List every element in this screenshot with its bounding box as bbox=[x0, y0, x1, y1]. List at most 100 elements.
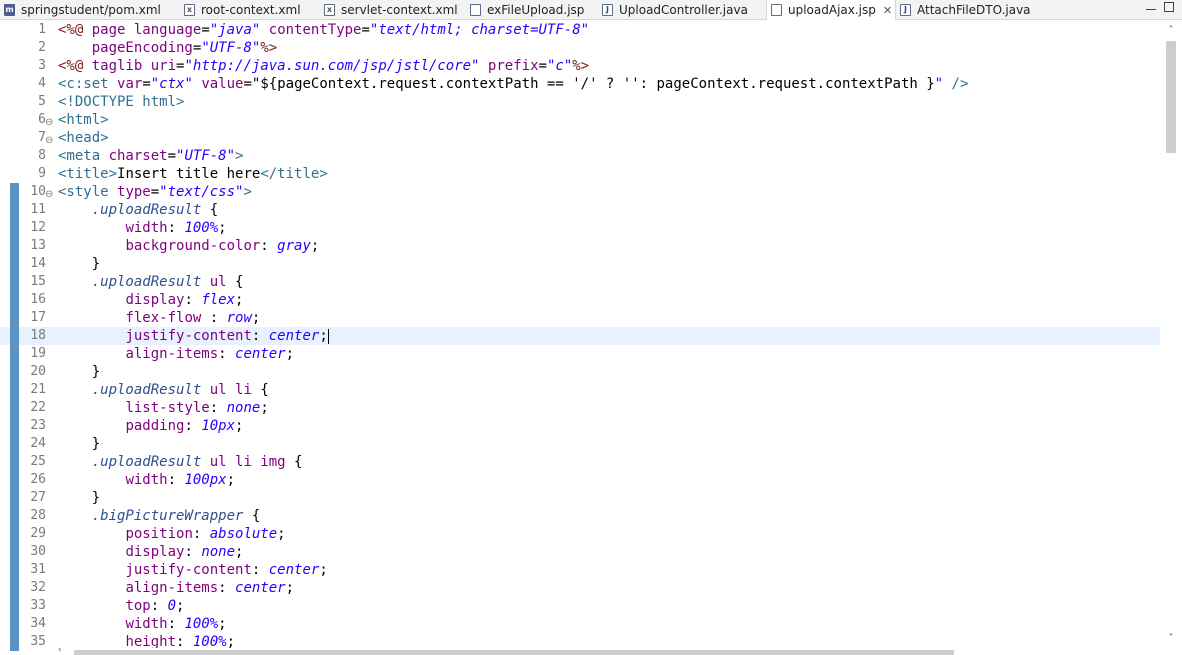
code-text: top: 0; bbox=[58, 597, 184, 615]
code-editor[interactable]: 1 <%@ page language="java" contentType="t… bbox=[0, 21, 1182, 655]
code-line[interactable]: 1 <%@ page language="java" contentType="t… bbox=[0, 21, 1160, 39]
horizontal-scroll-thumb[interactable] bbox=[74, 650, 954, 655]
code-token: .uploadResult bbox=[91, 202, 202, 218]
code-line[interactable]: 6 ⊖ <html> bbox=[0, 111, 1160, 129]
code-line[interactable]: 5 <!DOCTYPE html> bbox=[0, 93, 1160, 111]
change-marker bbox=[10, 615, 19, 633]
code-text: background-color: gray; bbox=[58, 237, 319, 255]
change-marker bbox=[10, 471, 19, 489]
change-marker bbox=[10, 237, 19, 255]
tab-servlet-context-xml[interactable]: x servlet-context.xml bbox=[320, 0, 466, 20]
code-line[interactable]: 33 top: 0; bbox=[0, 597, 1160, 615]
code-line[interactable]: 20 } bbox=[0, 363, 1160, 381]
line-number: 32 bbox=[30, 580, 46, 595]
code-text: <c:set var="ctx" value="${pageContext.re… bbox=[58, 75, 968, 93]
code-line[interactable]: 29 position: absolute; bbox=[0, 525, 1160, 543]
scroll-up-icon[interactable]: ˄ bbox=[1160, 23, 1182, 39]
code-token: = bbox=[142, 76, 151, 92]
code-line[interactable]: 11 .uploadResult { bbox=[0, 201, 1160, 219]
code-token: .bigPictureWrapper bbox=[91, 508, 244, 524]
code-text: justify-content: center; bbox=[58, 327, 329, 345]
tab-label: AttachFileDTO.java bbox=[917, 3, 1031, 17]
code-text: pageEncoding="UTF-8"%> bbox=[58, 39, 277, 57]
code-token: ; bbox=[251, 310, 261, 326]
code-token: : bbox=[251, 328, 269, 344]
code-line[interactable]: 10 ⊖ <style type="text/css"> bbox=[0, 183, 1160, 201]
scroll-left-icon[interactable]: ‹ bbox=[58, 645, 62, 655]
change-marker bbox=[10, 543, 19, 561]
horizontal-scrollbar[interactable]: ‹ bbox=[58, 645, 1158, 655]
close-icon[interactable]: ✕ bbox=[883, 4, 892, 17]
code-text: width: 100%; bbox=[58, 219, 226, 237]
code-line[interactable]: 14 } bbox=[0, 255, 1160, 273]
code-line[interactable]: 27 } bbox=[0, 489, 1160, 507]
code-line[interactable]: 4 <c:set var="ctx" value="${pageContext.r… bbox=[0, 75, 1160, 93]
code-line[interactable]: 32 align-items: center; bbox=[0, 579, 1160, 597]
code-line[interactable]: 16 display: flex; bbox=[0, 291, 1160, 309]
code-text: .uploadResult ul li { bbox=[58, 381, 269, 399]
code-line[interactable]: 9 <title>Insert title here</title> bbox=[0, 165, 1160, 183]
code-token: > bbox=[235, 148, 244, 164]
tab-uploadajax-jsp[interactable]: j uploadAjax.jsp ✕ bbox=[766, 0, 896, 20]
code-line[interactable]: 30 display: none; bbox=[0, 543, 1160, 561]
line-number: 6 bbox=[38, 112, 46, 127]
code-text: } bbox=[58, 255, 100, 273]
code-token: ; bbox=[277, 526, 286, 542]
code-line[interactable]: 26 width: 100px; bbox=[0, 471, 1160, 489]
code-line[interactable]: 21 .uploadResult ul li { bbox=[0, 381, 1160, 399]
line-number: 27 bbox=[30, 490, 46, 505]
tab-exfileupload-jsp[interactable]: j exFileUpload.jsp bbox=[466, 0, 598, 20]
code-line[interactable]: 24 } bbox=[0, 435, 1160, 453]
code-token: flex-flow bbox=[125, 310, 202, 326]
code-token: ; bbox=[285, 580, 295, 596]
code-token: <!DOCTYPE html> bbox=[58, 94, 185, 110]
java-file-icon: J bbox=[602, 4, 613, 16]
tab-pom-xml[interactable]: m springstudent/pom.xml bbox=[0, 0, 180, 20]
line-number: 22 bbox=[30, 400, 46, 415]
code-token: : bbox=[260, 238, 278, 254]
tab-label: uploadAjax.jsp bbox=[788, 3, 876, 17]
tab-uploadcontroller-java[interactable]: J UploadController.java bbox=[598, 0, 766, 20]
code-token: { bbox=[201, 202, 219, 218]
code-line[interactable]: 17 flex-flow : row; bbox=[0, 309, 1160, 327]
code-token: page bbox=[91, 22, 134, 38]
code-text: <%@ taglib uri = "http://java.sun.com/jsp/… bbox=[58, 57, 589, 75]
code-token: " bbox=[934, 76, 944, 92]
code-line[interactable]: 13 background-color: gray; bbox=[0, 237, 1160, 255]
code-token: .uploadResult bbox=[91, 274, 202, 290]
code-token: uri bbox=[150, 58, 177, 74]
line-number: 3 bbox=[38, 58, 46, 73]
change-marker bbox=[10, 363, 19, 381]
code-line[interactable]: 15 .uploadResult ul { bbox=[0, 273, 1160, 291]
maximize-icon[interactable] bbox=[1164, 2, 1174, 12]
code-line[interactable]: 2 pageEncoding="UTF-8"%> bbox=[0, 39, 1160, 57]
code-line[interactable]: 12 width: 100%; bbox=[0, 219, 1160, 237]
code-line[interactable]: 3 <%@ taglib uri = "http://java.sun.com/jsp… bbox=[0, 57, 1160, 75]
code-line[interactable]: 23 padding: 10px; bbox=[0, 417, 1160, 435]
vertical-scroll-thumb[interactable] bbox=[1166, 41, 1176, 153]
code-token: = bbox=[361, 22, 370, 38]
code-token: : bbox=[184, 418, 202, 434]
tab-root-context-xml[interactable]: x root-context.xml bbox=[180, 0, 320, 20]
line-number: 17 bbox=[30, 310, 46, 325]
line-number: 26 bbox=[30, 472, 46, 487]
minimize-icon[interactable] bbox=[1146, 4, 1156, 10]
code-line[interactable]: 28 .bigPictureWrapper { bbox=[0, 507, 1160, 525]
code-line[interactable]: 18 justify-content: center; bbox=[0, 327, 1160, 345]
code-line[interactable]: 19 align-items: center; bbox=[0, 345, 1160, 363]
code-line[interactable]: 31 justify-content: center; bbox=[0, 561, 1160, 579]
code-line[interactable]: 34 width: 100%; bbox=[0, 615, 1160, 633]
code-line[interactable]: 8 <meta charset="UTF-8"> bbox=[0, 147, 1160, 165]
code-line[interactable]: 22 list-style: none; bbox=[0, 399, 1160, 417]
vertical-scrollbar[interactable]: ˄ ˅ bbox=[1160, 21, 1182, 647]
code-token: 100% bbox=[184, 220, 219, 236]
code-line[interactable]: 25 .uploadResult ul li img { bbox=[0, 453, 1160, 471]
line-number: 34 bbox=[30, 616, 46, 631]
tab-attachfiledto-java[interactable]: J AttachFileDTO.java bbox=[896, 0, 1036, 20]
code-token: %> bbox=[260, 40, 278, 56]
scroll-down-icon[interactable]: ˅ bbox=[1160, 631, 1182, 647]
code-line[interactable]: 7 ⊖ <head> bbox=[0, 129, 1160, 147]
line-number: 33 bbox=[30, 598, 46, 613]
